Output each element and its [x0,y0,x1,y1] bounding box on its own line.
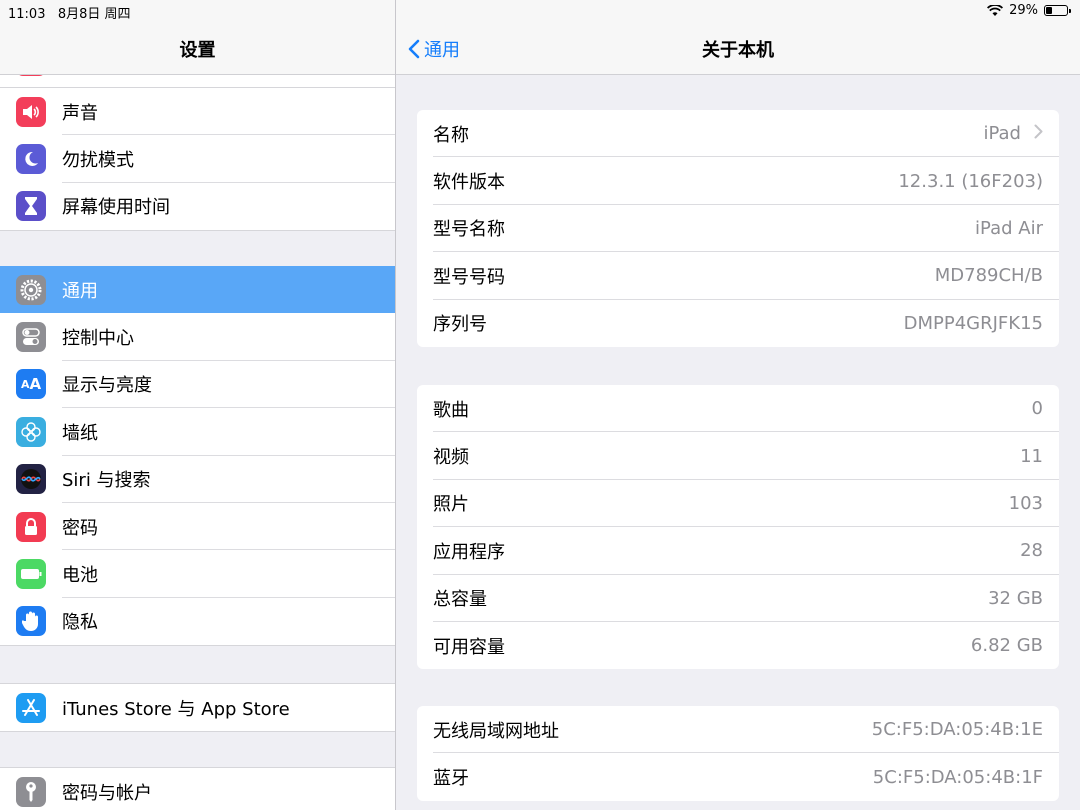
sidebar-item[interactable]: 控制中心 [0,313,395,361]
sidebar-item[interactable]: 勿扰模式 [0,135,395,183]
status-bar: 11:03 8月8日 周四 29% [0,0,1080,22]
hand-icon [16,606,46,637]
info-value: iPad Air [975,217,1043,239]
info-key: 视频 [433,447,469,469]
sidebar-item[interactable]: Siri 与搜索 [0,456,395,503]
settings-group-2: 通用控制中心 A A 显示与亮度墙纸 Siri 与搜索 密码电池隐私 [0,266,395,647]
info-key: 可用容量 [433,636,505,658]
battery-icon [1044,5,1071,16]
sidebar-item[interactable]: 密码与帐户 [0,768,395,810]
info-key: 型号名称 [433,219,505,241]
info-value: 6.82 GB [970,635,1043,657]
info-row: 型号号码 MD789CH/B [417,252,1059,300]
key-icon [16,776,46,807]
sidebar-item[interactable]: 屏幕使用时间 [0,183,395,230]
sidebar-item-label: 电池 [62,565,98,587]
sidebar-item-label: 屏幕使用时间 [62,197,170,219]
sidebar-item-label: 声音 [62,102,98,124]
split-divider [395,0,396,810]
sidebar-item-label: 密码与帐户 [62,782,152,804]
info-key: 无线局域网地址 [433,720,559,742]
detail-title: 关于本机 [702,40,774,61]
info-key: 型号号码 [433,266,505,288]
info-key: 照片 [433,494,469,516]
sidebar-item-label: 显示与亮度 [62,375,152,397]
info-value: iPad [983,123,1021,145]
flower-icon [16,416,46,447]
status-right: 29% [987,3,1071,18]
settings-group-3: iTunes Store 与 App Store [0,683,395,733]
battery-percent: 29% [1009,3,1038,18]
toggles-icon [16,322,46,353]
sidebar-item[interactable]: 声音 [0,88,395,136]
info-key: 应用程序 [433,541,505,563]
text-size-icon: AA [16,369,46,400]
sidebar-item[interactable]: 隐私 [0,598,395,645]
sidebar-item[interactable]: A A 显示与亮度 [0,361,395,409]
about-section-network: 无线局域网地址 5C:F5:DA:05:4B:1E 蓝牙 5C:F5:DA:05:4B… [417,706,1059,801]
info-value: 0 [1031,398,1043,420]
speaker-icon [16,96,46,127]
about-section-media: 歌曲 0 视频 11 照片 103 应用程序 28 总容量 32 GB 可用容量 6.82 GB [417,385,1059,670]
info-row[interactable]: 名称 iPad [417,110,1059,158]
moon-icon [16,144,46,175]
hourglass-icon [16,191,46,222]
info-key: 序列号 [433,314,487,336]
sidebar-item[interactable]: 通用 [0,266,395,314]
info-key: 名称 [433,124,469,146]
lock-icon [16,511,46,542]
info-value: 32 GB [988,587,1043,609]
settings-group-4: 密码与帐户 [0,767,395,810]
sidebar-item-label: 勿扰模式 [62,150,134,172]
status-time-date: 11:03 8月8日 周四 [8,3,131,22]
sidebar-item-label: Siri 与搜索 [62,470,151,492]
info-value: 103 [1008,492,1043,514]
sidebar-item-label: 墙纸 [62,422,98,444]
sidebar-item[interactable]: 电池 [0,550,395,598]
status-date: 8月8日 周四 [57,7,131,22]
info-value: 12.3.1 (16F203) [898,170,1043,192]
sidebar-item-label: 控制中心 [62,328,134,350]
info-key: 蓝牙 [433,768,469,790]
info-row: 歌曲 0 [417,385,1059,433]
app-store-icon [16,692,46,723]
info-row: 型号名称 iPad Air [417,205,1059,253]
info-row: 蓝牙 5C:F5:DA:05:4B:1F [417,753,1059,800]
sidebar-item-label: iTunes Store 与 App Store [62,698,290,720]
info-key: 软件版本 [433,172,505,194]
settings-group-1: 声音勿扰模式屏幕使用时间 [0,87,395,232]
sidebar-item-label: 密码 [62,517,98,539]
settings-master-pane: 设置 声音勿扰模式屏幕使用时间 通用控制中心 A A 显示与亮度墙纸 Siri 与搜索密… [0,0,395,810]
gear-icon [16,274,46,305]
info-row: 软件版本 12.3.1 (16F203) [417,157,1059,205]
sidebar-item[interactable]: 密码 [0,503,395,551]
info-row: 照片 103 [417,480,1059,528]
info-value: 11 [1020,445,1043,467]
info-row: 无线局域网地址 5C:F5:DA:05:4B:1E [417,706,1059,754]
info-row: 视频 11 [417,432,1059,480]
siri-icon [16,464,46,495]
sidebar-item-label: 隐私 [62,612,98,634]
status-time: 11:03 [8,7,46,22]
info-row: 总容量 32 GB [417,575,1059,622]
sidebar-item-label: 通用 [62,280,98,302]
info-row: 应用程序 28 [417,527,1059,575]
info-key: 总容量 [433,589,487,611]
info-key: 歌曲 [433,399,469,421]
info-row: 可用容量 6.82 GB [417,622,1059,669]
wifi-icon [987,4,1004,16]
info-row: 序列号 DMPP4GRJFK15 [417,300,1059,347]
master-title: 设置 [179,40,216,61]
info-value: 28 [1020,540,1043,562]
battery-icon [16,559,46,590]
about-detail-pane: 通用 关于本机 名称 iPad 软件版本 12.3.1 (16F203) 型号名称 iPa… [396,0,1080,810]
info-value: DMPP4GRJFK15 [903,312,1043,334]
sidebar-item[interactable]: iTunes Store 与 App Store [0,684,395,731]
info-value: MD789CH/B [934,265,1043,287]
info-value: 5C:F5:DA:05:4B:1F [872,766,1043,788]
chevron-right-icon [1034,124,1043,143]
sidebar-item[interactable]: 墙纸 [0,408,395,456]
about-section-device: 名称 iPad 软件版本 12.3.1 (16F203) 型号名称 iPad Air 型号号… [417,110,1059,347]
info-value: 5C:F5:DA:05:4B:1E [871,719,1043,741]
